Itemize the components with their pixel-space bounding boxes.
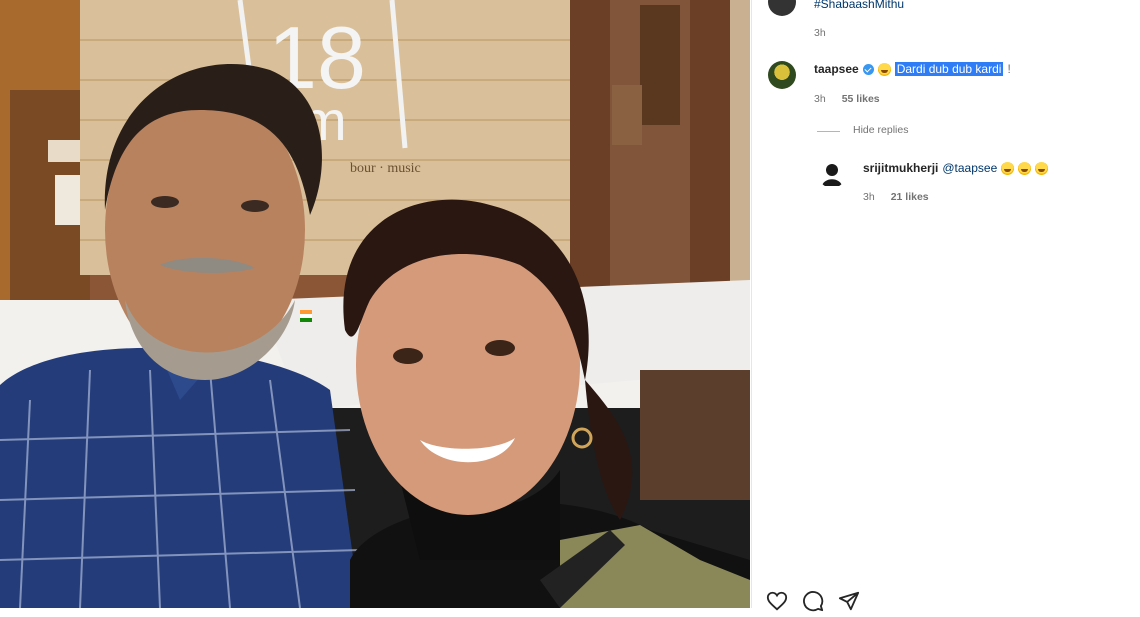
comment-time: 3h xyxy=(814,93,826,105)
verified-badge-icon xyxy=(862,63,874,75)
share-icon[interactable] xyxy=(838,590,860,612)
comment-likes[interactable]: 55 likes xyxy=(842,93,880,105)
comment-text: Dardi dub dub kardi xyxy=(894,62,1004,76)
reply-likes[interactable]: 21 likes xyxy=(891,191,929,203)
hide-replies-divider xyxy=(817,131,840,132)
comment-main: taapsee Dardi dub dub kardi ! xyxy=(814,62,1011,76)
reply-avatar[interactable] xyxy=(818,160,846,188)
reply-meta: 3h 21 likes xyxy=(863,191,929,203)
comment-icon[interactable] xyxy=(802,590,824,612)
selfie-image: 18 m bour · music xyxy=(0,0,750,608)
previous-comment-avatar[interactable] xyxy=(768,0,796,16)
post-photo: 18 m bour · music xyxy=(0,0,750,608)
rolling-laughing-emoji xyxy=(1035,161,1049,175)
rolling-laughing-emoji xyxy=(1018,161,1032,175)
comment-trailing-text: ! xyxy=(1007,62,1011,76)
reply-mention[interactable]: @taapsee xyxy=(942,161,997,175)
comments-panel: #ShabaashMithu 3h taapsee Dardi dub dub … xyxy=(751,0,1140,612)
reply-username[interactable]: srijitmukherji xyxy=(863,161,938,175)
avatar[interactable] xyxy=(768,61,796,89)
hide-replies-button[interactable]: Hide replies xyxy=(853,124,908,136)
wall-tagline: bour · music xyxy=(350,161,421,176)
hashtag-link[interactable]: #ShabaashMithu xyxy=(814,0,904,11)
post-action-bar xyxy=(766,590,860,612)
comment-username[interactable]: taapsee xyxy=(814,62,859,76)
person-avatar-icon xyxy=(822,164,842,186)
grinning-face-with-sweat-emoji xyxy=(877,62,891,76)
rolling-laughing-emoji xyxy=(1001,161,1015,175)
previous-comment-time: 3h xyxy=(814,27,826,39)
comment-meta: 3h 55 likes xyxy=(814,93,880,105)
heart-icon[interactable] xyxy=(766,590,788,612)
reply-time: 3h xyxy=(863,191,875,203)
reply-comment: srijitmukherji @taapsee xyxy=(863,161,1049,175)
